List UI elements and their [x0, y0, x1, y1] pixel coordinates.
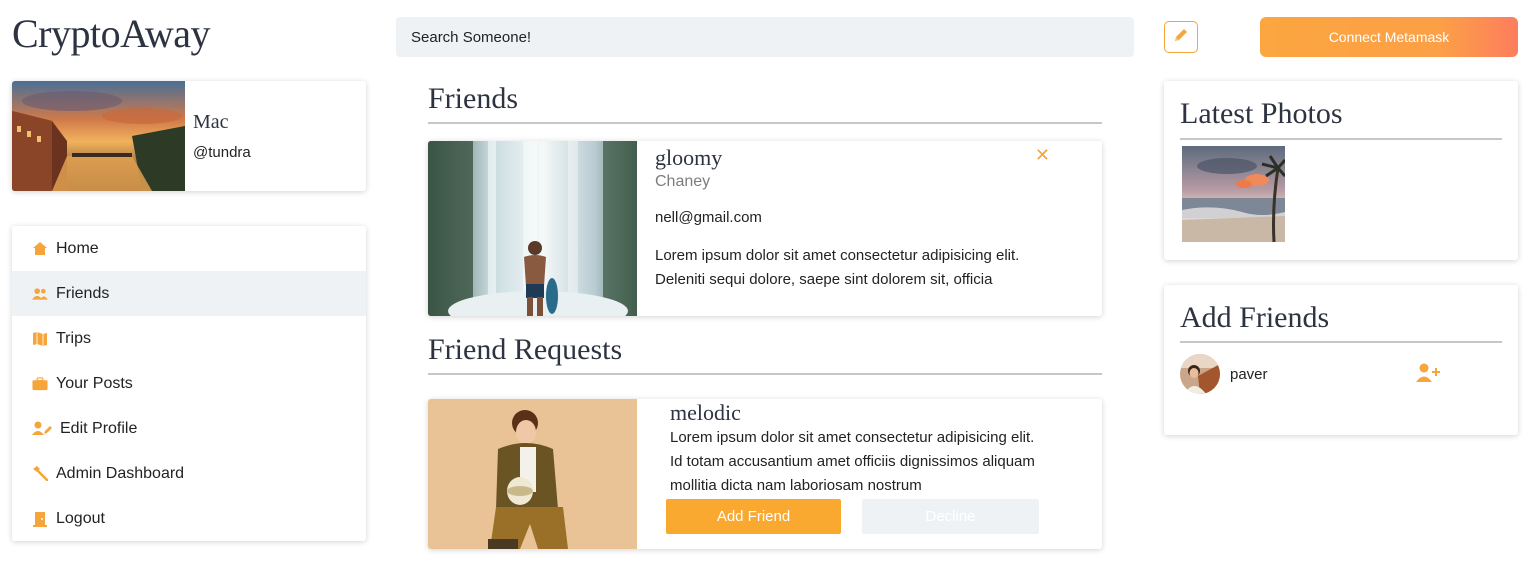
sidebar-item-friends[interactable]: Friends [12, 271, 366, 316]
app-logo[interactable]: CryptoAway [12, 10, 210, 57]
add-friends-divider [1180, 341, 1502, 343]
connect-metamask-button[interactable]: Connect Metamask [1260, 17, 1518, 57]
edit-button[interactable] [1164, 21, 1198, 53]
friends-divider [428, 122, 1102, 124]
friends-heading: Friends [428, 82, 518, 115]
avatar[interactable] [1180, 354, 1220, 394]
door-icon [32, 511, 48, 527]
add-friend-button[interactable]: Add Friend [666, 499, 841, 534]
pencil-icon [1173, 27, 1189, 48]
remove-friend-close-icon[interactable]: ✕ [1035, 145, 1050, 166]
friend-email: nell@gmail.com [655, 209, 762, 226]
add-friends-heading: Add Friends [1180, 301, 1330, 334]
friend-requests-divider [428, 373, 1102, 375]
sidebar-item-your-posts[interactable]: Your Posts [12, 361, 366, 406]
profile-name: Mac [193, 111, 229, 133]
search-placeholder: Search Someone! [411, 28, 532, 46]
decline-button[interactable]: Decline [862, 499, 1039, 534]
sidebar-item-edit-profile[interactable]: Edit Profile [12, 406, 366, 451]
add-user-icon[interactable] [1416, 363, 1442, 388]
latest-photos-divider [1180, 138, 1502, 140]
profile-card[interactable]: Mac @tundra [12, 81, 366, 191]
friend-photo [428, 141, 637, 316]
friends-icon [32, 286, 48, 302]
search-input[interactable]: Search Someone! [396, 17, 1134, 57]
sidebar-item-logout[interactable]: Logout [12, 496, 366, 541]
sidebar-item-label: Friends [56, 284, 110, 302]
friend-request-card: melodic Lorem ipsum dolor sit amet conse… [428, 399, 1102, 549]
profile-handle: @tundra [193, 144, 251, 161]
suggestion-username[interactable]: paver [1230, 366, 1268, 383]
sidebar-item-label: Trips [56, 329, 91, 347]
friend-requests-heading: Friend Requests [428, 333, 623, 366]
friend-name: Chaney [655, 173, 711, 190]
friend-card[interactable]: gloomy Chaney nell@gmail.com Lorem ipsum… [428, 141, 1102, 316]
briefcase-icon [32, 376, 48, 392]
request-username[interactable]: melodic [670, 400, 1102, 426]
sidebar-item-label: Your Posts [56, 374, 133, 392]
add-friend-suggestion: paver [1180, 354, 1502, 394]
sidebar-nav: Home Friends Trips Your Posts Edit Profi… [12, 226, 366, 541]
latest-photo-thumbnail[interactable] [1182, 146, 1285, 242]
sidebar-item-label: Home [56, 239, 99, 257]
profile-cover-image [12, 81, 185, 191]
sidebar-item-admin-dashboard[interactable]: Admin Dashboard [12, 451, 366, 496]
sidebar-item-home[interactable]: Home [12, 226, 366, 271]
latest-photos-card: Latest Photos [1164, 81, 1518, 260]
friend-bio: Lorem ipsum dolor sit amet consectetur a… [655, 247, 1020, 288]
user-edit-icon [32, 421, 52, 437]
sidebar-item-label: Edit Profile [60, 419, 138, 437]
sidebar-item-label: Admin Dashboard [56, 464, 185, 482]
sidebar-item-label: Logout [56, 509, 105, 527]
sidebar-item-trips[interactable]: Trips [12, 316, 366, 361]
map-icon [32, 331, 48, 347]
latest-photos-heading: Latest Photos [1180, 97, 1343, 130]
hammer-icon [32, 466, 48, 482]
request-bio: Lorem ipsum dolor sit amet consectetur a… [670, 429, 1035, 494]
request-photo [428, 399, 637, 549]
home-icon [32, 241, 48, 257]
add-friends-card: Add Friends paver [1164, 285, 1518, 435]
